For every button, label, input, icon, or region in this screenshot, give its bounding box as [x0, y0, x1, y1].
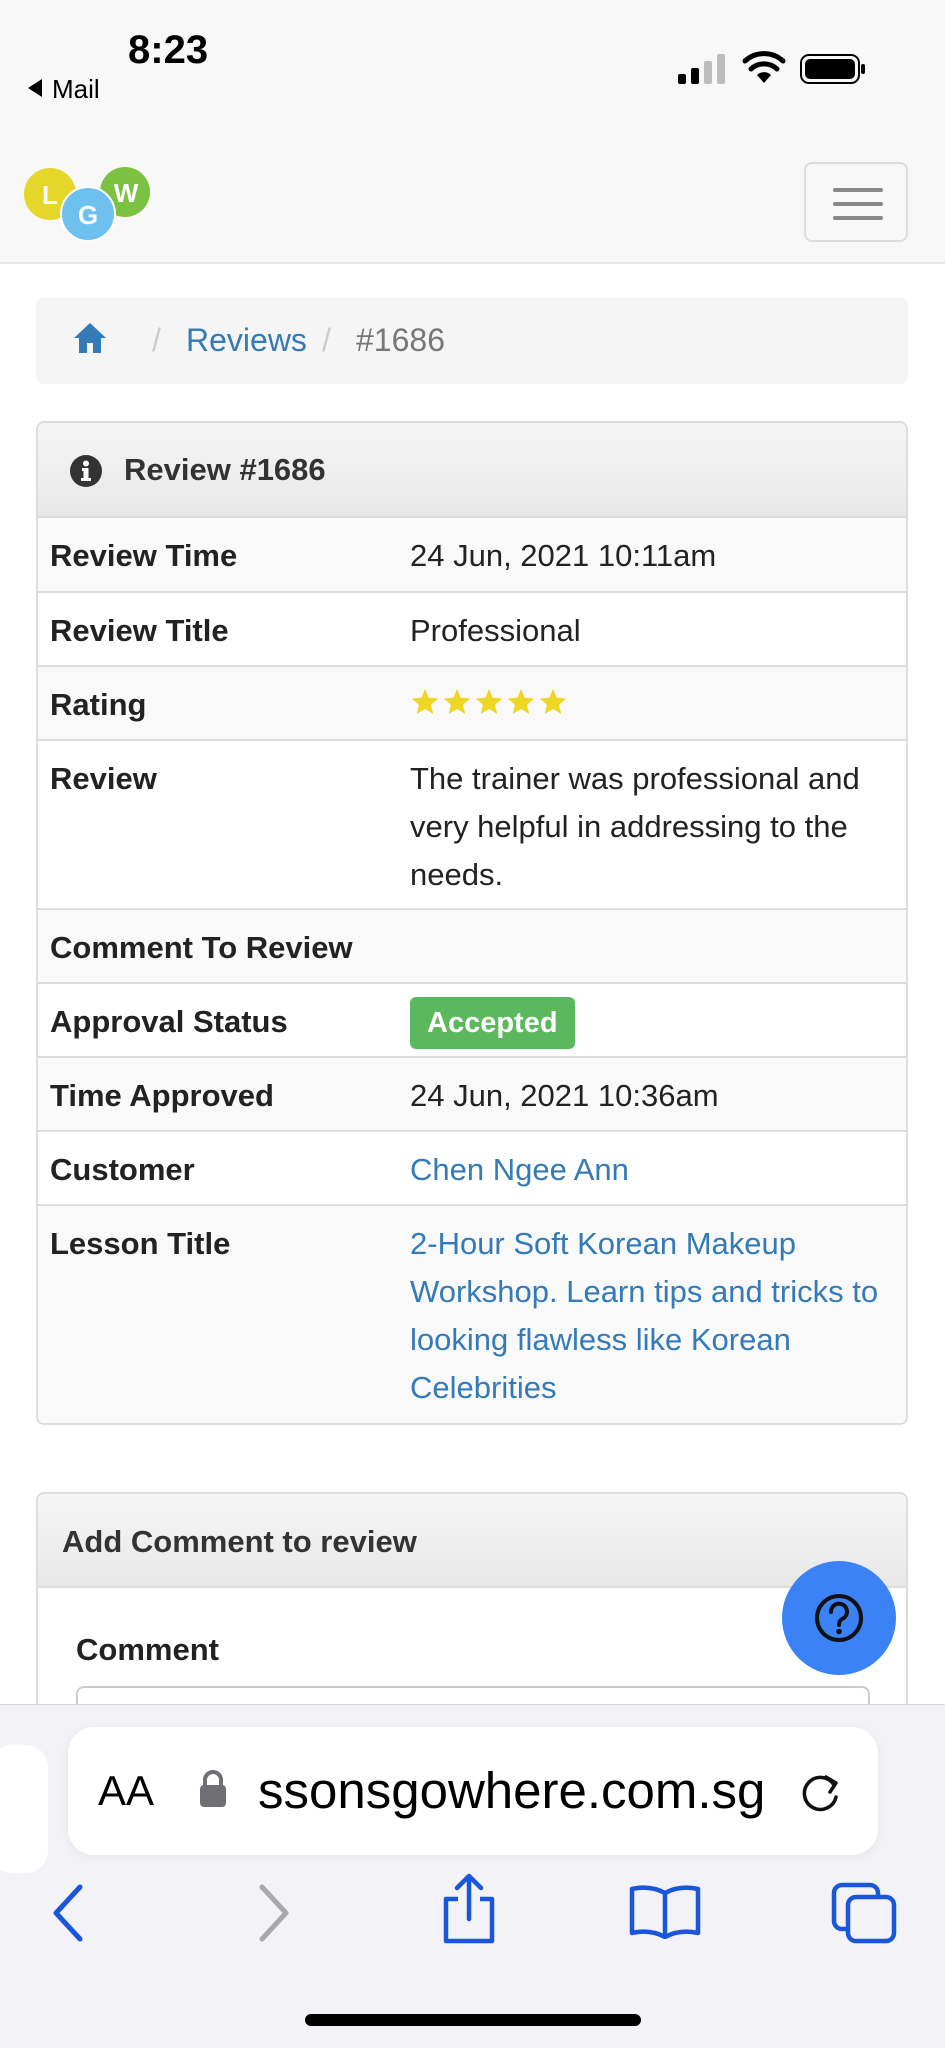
address-bar[interactable]: AA ssonsgowhere.com.sg	[68, 1727, 878, 1855]
star-icon	[475, 688, 503, 714]
review-label: Review	[38, 739, 398, 909]
battery-icon	[800, 54, 865, 84]
star-icon	[507, 688, 535, 714]
table-row: Customer Chen Ngee Ann	[38, 1130, 906, 1205]
table-row: Time Approved 24 Jun, 2021 10:36am	[38, 1056, 906, 1131]
lesson-title-link[interactable]: 2-Hour Soft Korean Makeup Workshop. Lear…	[410, 1226, 878, 1405]
rating-value	[398, 665, 906, 740]
back-arrow-icon	[28, 79, 42, 97]
star-icon	[443, 688, 471, 714]
wifi-icon	[742, 51, 786, 83]
status-bar: 8:23 Mail	[0, 0, 945, 120]
url-text: ssonsgowhere.com.sg	[258, 1762, 766, 1819]
time-approved-label: Time Approved	[38, 1056, 398, 1131]
rating-stars	[410, 687, 568, 717]
panel-title: Review #1686	[124, 452, 326, 487]
breadcrumb-reviews-link[interactable]: Reviews	[186, 322, 307, 359]
info-circle-icon	[70, 455, 102, 487]
home-indicator	[305, 2014, 641, 2026]
table-row: Lesson Title 2-Hour Soft Korean Makeup W…	[38, 1204, 906, 1423]
table-row: Approval Status Accepted	[38, 982, 906, 1057]
breadcrumb-separator: /	[322, 322, 331, 358]
star-icon	[539, 688, 567, 714]
time-approved-value: 24 Jun, 2021 10:36am	[398, 1056, 906, 1131]
table-row: Comment To Review	[38, 908, 906, 983]
back-label: Mail	[52, 74, 100, 104]
lesson-title-cell: 2-Hour Soft Korean Makeup Workshop. Lear…	[398, 1204, 906, 1423]
comment-label: Comment	[76, 1632, 219, 1667]
breadcrumb-current: #1686	[356, 322, 445, 358]
back-to-mail-link[interactable]: Mail	[28, 74, 100, 105]
back-chevron-icon[interactable]	[48, 1881, 88, 1945]
lgw-logo[interactable]: L G W	[22, 166, 162, 246]
customer-cell: Chen Ngee Ann	[398, 1130, 906, 1205]
lock-icon	[200, 1770, 226, 1807]
table-row: Review Time 24 Jun, 2021 10:11am	[38, 518, 906, 592]
review-time-label: Review Time	[38, 518, 398, 592]
add-comment-heading: Add Comment to review	[38, 1494, 906, 1588]
cellular-signal-icon	[678, 52, 726, 84]
review-title-value: Professional	[398, 591, 906, 666]
logo-letter-l: L	[42, 180, 58, 210]
review-detail-table: Review Time 24 Jun, 2021 10:11am Review …	[38, 518, 906, 1423]
home-icon[interactable]	[72, 320, 108, 356]
table-row: Rating	[38, 665, 906, 740]
star-icon	[411, 688, 439, 714]
reload-icon[interactable]	[796, 1767, 846, 1817]
bookmarks-icon[interactable]	[628, 1883, 702, 1939]
status-badge: Accepted	[410, 997, 575, 1049]
comment-to-review-value	[398, 908, 906, 983]
table-row: Review The trainer was professional and …	[38, 739, 906, 909]
comment-to-review-label: Comment To Review	[38, 908, 398, 983]
rating-label: Rating	[38, 665, 398, 740]
panel-heading: Review #1686	[38, 423, 906, 518]
question-mark-icon	[815, 1594, 863, 1642]
customer-link[interactable]: Chen Ngee Ann	[410, 1152, 629, 1187]
lesson-title-label: Lesson Title	[38, 1204, 398, 1423]
forward-chevron-icon[interactable]	[254, 1881, 294, 1945]
approval-status-label: Approval Status	[38, 982, 398, 1057]
breadcrumb-separator: /	[152, 322, 161, 358]
previous-tab-preview[interactable]	[0, 1745, 48, 1873]
hamburger-icon-line	[833, 216, 883, 220]
logo-letter-w: W	[114, 178, 139, 208]
aa-label: AA	[98, 1767, 155, 1814]
site-navbar: L G W	[0, 120, 945, 264]
safari-bottom-bar: AA ssonsgowhere.com.sg	[0, 1704, 945, 2048]
breadcrumb: / Reviews / #1686	[36, 298, 908, 384]
help-button[interactable]	[782, 1561, 896, 1675]
reader-settings-button[interactable]: AA	[98, 1767, 154, 1815]
approval-status-value: Accepted	[398, 982, 906, 1057]
clock: 8:23	[128, 28, 209, 72]
share-icon[interactable]	[440, 1873, 498, 1945]
customer-label: Customer	[38, 1130, 398, 1205]
tabs-icon[interactable]	[830, 1881, 898, 1945]
table-row: Review Title Professional	[38, 591, 906, 666]
logo-letter-g: G	[78, 200, 98, 230]
menu-toggle-button[interactable]	[804, 162, 908, 242]
review-text: The trainer was professional and very he…	[398, 739, 906, 909]
review-detail-panel: Review #1686 Review Time 24 Jun, 2021 10…	[36, 421, 908, 1425]
hamburger-icon-line	[833, 202, 883, 206]
review-time-value: 24 Jun, 2021 10:11am	[398, 518, 906, 592]
review-title-label: Review Title	[38, 591, 398, 666]
add-comment-title: Add Comment to review	[62, 1524, 417, 1559]
hamburger-icon-line	[833, 188, 883, 192]
